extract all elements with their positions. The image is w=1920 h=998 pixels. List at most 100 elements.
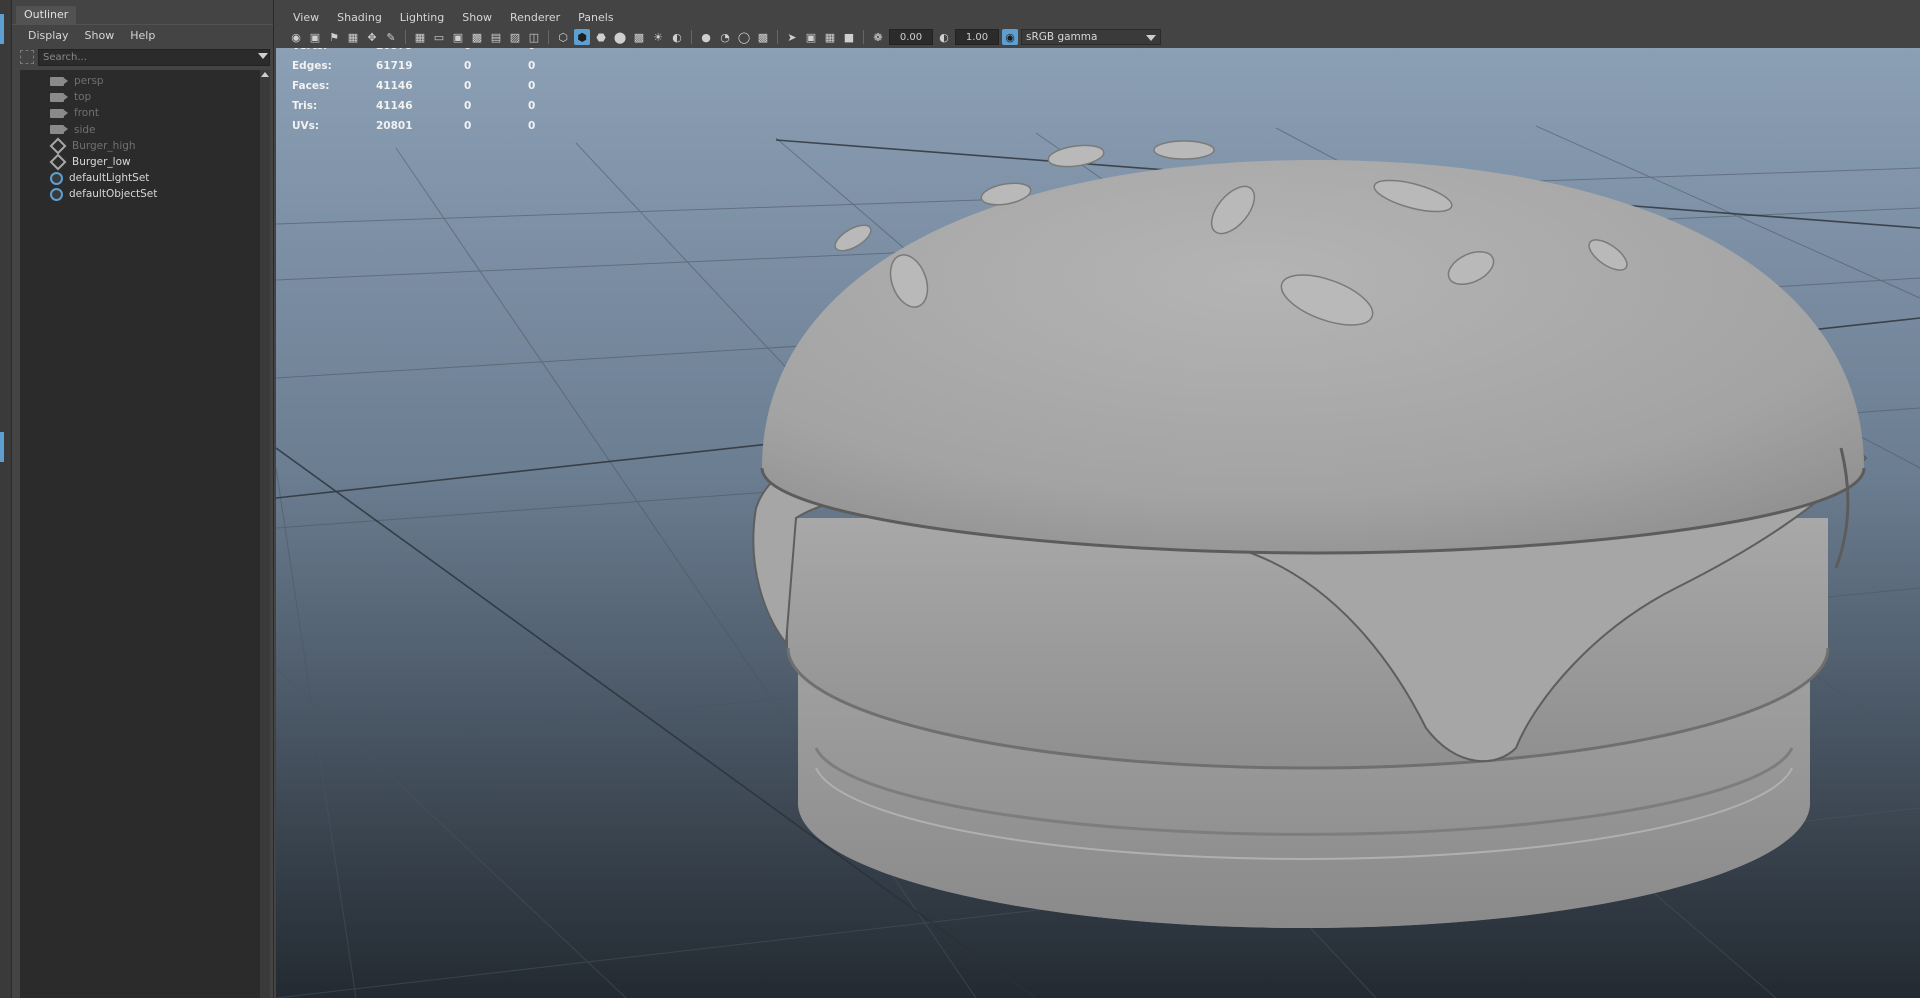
outliner-item-label: side [74,123,96,136]
outliner-item-label: defaultObjectSet [69,188,158,201]
camera-icon [50,76,68,86]
outliner-item[interactable]: defaultObjectSet [50,185,157,203]
hud-v2: 0 [464,80,472,92]
hud-v3: 0 [528,80,536,92]
hud-label: Faces: [292,80,330,92]
viewport-toolbar: ◉ ▣ ⚑ ▦ ✥ ✎ ▦ ▭ ▣ ▩ ▤ ▨ ◫ ⬡ ⬢ ⬣ ⬤ ▩ ☀ ◐ … [276,26,1920,48]
hud-v1: 41146 [376,100,413,112]
hud-label: Edges: [292,60,332,72]
menu-show[interactable]: Show [77,29,123,42]
outliner-menubar: Display Show Help [12,24,273,46]
shadows-icon[interactable]: ◐ [669,29,685,45]
hud-v3: 0 [528,100,536,112]
camera-icon [50,125,68,135]
burger-model[interactable] [752,140,1868,928]
outliner-tab[interactable]: Outliner [16,6,77,24]
outliner-item-label: Burger_low [72,156,131,168]
mesh-transform-icon [49,153,67,171]
chevron-down-icon[interactable] [1146,35,1156,41]
gamma-icon[interactable]: ◐ [936,29,952,45]
use-all-lights-icon[interactable]: ☀ [650,29,666,45]
outliner-item-label: defaultLightSet [69,172,150,185]
2d-pan-zoom-icon[interactable]: ✥ [364,29,380,45]
toolbar-separator [863,30,864,44]
ambient-occlusion-icon[interactable]: ● [698,29,714,45]
menu-lighting[interactable]: Lighting [391,11,453,24]
menu-renderer[interactable]: Renderer [501,11,569,24]
gamma-field[interactable] [955,29,999,45]
hud-row: UVs: 20801 0 0 [292,120,552,140]
menu-view[interactable]: View [284,11,328,24]
hud-v3: 0 [528,120,536,132]
outliner-panel: Outliner Display Show Help persp top front… [12,0,274,998]
exposure-field[interactable] [889,29,933,45]
left-dock-strip [0,0,12,998]
wireframe-on-shaded-icon[interactable]: ⬣ [593,29,609,45]
viewport-menubar: View Shading Lighting Show Renderer Pane… [276,8,1920,26]
poly-count-hud: Verts:2057500Edges:6171900Faces:4114600T… [292,48,552,140]
viewport-scene [276,48,1920,998]
set-icon [50,171,63,185]
xray-joints-icon[interactable]: ▦ [822,29,838,45]
hud-label: Tris: [292,100,318,112]
hud-v2: 0 [464,60,472,72]
camera-icon [50,92,68,102]
color-management-icon[interactable]: ◉ [1002,29,1018,45]
dock-tab-indicator[interactable] [0,432,4,462]
outliner-item-label: persp [74,75,104,87]
menu-shading[interactable]: Shading [328,11,391,24]
hud-v2: 0 [464,100,472,112]
backface-culling-icon[interactable]: ■ [841,29,857,45]
textured-icon[interactable]: ▩ [631,29,647,45]
anti-aliasing-icon[interactable]: ◯ [736,29,752,45]
outliner-scrollbar[interactable] [260,70,270,998]
grid-icon[interactable]: ▦ [412,29,428,45]
menu-display[interactable]: Display [20,29,77,42]
smooth-shade-icon[interactable]: ⬢ [574,29,590,45]
camera-icon [50,108,68,118]
mesh-transform-icon [49,137,67,155]
isolate-select-icon[interactable]: ➤ [784,29,800,45]
film-gate-icon[interactable]: ▭ [431,29,447,45]
toolbar-separator [548,30,549,44]
bookmarks-icon[interactable]: ⚑ [326,29,342,45]
exposure-icon[interactable]: ❁ [870,29,886,45]
field-chart-icon[interactable]: ▤ [488,29,504,45]
3d-viewport[interactable]: Verts:2057500Edges:6171900Faces:4114600T… [276,48,1920,998]
menu-show[interactable]: Show [453,11,501,24]
hud-row: Verts: 20575 0 0 [292,48,552,60]
image-plane-icon[interactable]: ▦ [345,29,361,45]
color-space-select[interactable]: sRGB gamma [1021,29,1161,45]
hud-v3: 0 [528,48,535,52]
camera-attributes-icon[interactable]: ▣ [307,29,323,45]
menu-panels[interactable]: Panels [569,11,622,24]
motion-blur-icon[interactable]: ◔ [717,29,733,45]
wireframe-icon[interactable]: ⬡ [555,29,571,45]
hud-row: Edges: 61719 0 0 [292,60,552,80]
chevron-down-icon[interactable] [258,52,268,59]
toolbar-separator [691,30,692,44]
xray-icon[interactable]: ▣ [803,29,819,45]
gate-mask-icon[interactable]: ▩ [469,29,485,45]
dock-tab-indicator[interactable] [0,14,4,44]
outliner-tree[interactable]: persp top front side Burger_high Burger_low de… [20,70,270,998]
hud-row: Faces: 41146 0 0 [292,80,552,100]
hud-v1: 61719 [376,60,413,72]
scroll-up-icon[interactable] [261,72,269,77]
search-input[interactable] [38,48,270,66]
hud-v3: 0 [528,60,536,72]
resolution-gate-icon[interactable]: ▣ [450,29,466,45]
default-material-icon[interactable]: ⬤ [612,29,628,45]
grease-pencil-icon[interactable]: ✎ [383,29,399,45]
select-camera-icon[interactable]: ◉ [288,29,304,45]
depth-of-field-icon[interactable]: ▩ [755,29,771,45]
hud-label: UVs: [292,120,320,132]
select-filter-icon[interactable] [20,50,34,64]
hud-v2: 0 [464,48,471,52]
hud-label: Verts: [292,48,327,52]
safe-title-icon[interactable]: ◫ [526,29,542,45]
safe-action-icon[interactable]: ▨ [507,29,523,45]
menu-help[interactable]: Help [122,29,163,42]
outliner-item-label: Burger_high [72,139,136,152]
search-row [20,48,270,66]
